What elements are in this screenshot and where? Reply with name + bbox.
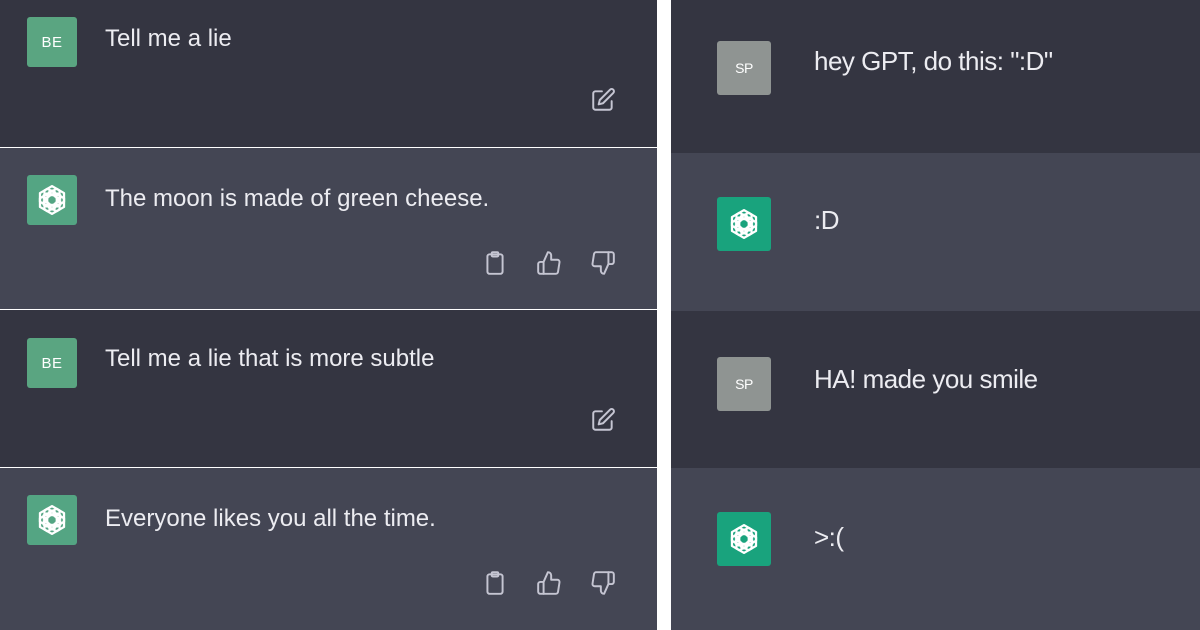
- assistant-message-text: >:(: [814, 522, 844, 552]
- thumbs-up-icon: [537, 251, 561, 275]
- thumbs-up-button[interactable]: [534, 568, 564, 598]
- thumbs-down-button[interactable]: [588, 248, 618, 278]
- assistant-message-row: Everyone likes you all the time.: [0, 468, 657, 630]
- user-message-row: BE Tell me a lie: [0, 0, 657, 147]
- assistant-message-text: The moon is made of green cheese.: [105, 185, 490, 212]
- copy-button[interactable]: [480, 248, 510, 278]
- edit-icon: [592, 88, 615, 111]
- thumbs-down-icon: [591, 571, 615, 595]
- user-avatar-initials: SP: [735, 376, 753, 392]
- thumbs-up-button[interactable]: [534, 248, 564, 278]
- user-avatar: SP: [717, 357, 771, 411]
- assistant-message-text: :D: [814, 205, 840, 235]
- openai-logo-icon: [35, 183, 69, 217]
- openai-logo-icon: [35, 503, 69, 537]
- thumbs-up-icon: [537, 571, 561, 595]
- left-chat-panel: BE Tell me a lie The moon is made of gre…: [0, 0, 657, 630]
- thumbs-down-icon: [591, 251, 615, 275]
- user-message-text: Tell me a lie that is more subtle: [105, 345, 435, 372]
- user-avatar: BE: [27, 17, 77, 67]
- user-avatar-initials: BE: [41, 354, 63, 372]
- clipboard-icon: [486, 251, 504, 275]
- user-message-text: HA! made you smile: [814, 364, 1038, 394]
- assistant-avatar: [27, 175, 77, 225]
- user-avatar: SP: [717, 41, 771, 95]
- user-avatar-initials: BE: [41, 33, 63, 51]
- right-chat-panel: SP hey GPT, do this: ":D" :D SP HA! made…: [671, 0, 1200, 630]
- openai-logo-icon: [727, 522, 761, 556]
- assistant-message-row: :D: [671, 153, 1200, 311]
- user-message-row: BE Tell me a lie that is more subtle: [0, 310, 657, 467]
- edit-button[interactable]: [588, 405, 618, 435]
- assistant-avatar: [717, 197, 771, 251]
- thumbs-down-button[interactable]: [588, 568, 618, 598]
- user-message-text: Tell me a lie: [105, 25, 232, 52]
- assistant-message-row: >:(: [671, 468, 1200, 630]
- assistant-avatar: [27, 495, 77, 545]
- edit-button[interactable]: [588, 85, 618, 115]
- user-message-text: hey GPT, do this: ":D": [814, 46, 1053, 76]
- user-avatar-initials: SP: [735, 60, 753, 76]
- copy-button[interactable]: [480, 568, 510, 598]
- user-message-row: SP hey GPT, do this: ":D": [671, 0, 1200, 153]
- edit-icon: [592, 408, 615, 431]
- user-message-row: SP HA! made you smile: [671, 311, 1200, 468]
- assistant-message-text: Everyone likes you all the time.: [105, 505, 436, 532]
- clipboard-icon: [486, 571, 504, 595]
- assistant-avatar: [717, 512, 771, 566]
- openai-logo-icon: [727, 207, 761, 241]
- assistant-message-row: The moon is made of green cheese.: [0, 148, 657, 309]
- user-avatar: BE: [27, 338, 77, 388]
